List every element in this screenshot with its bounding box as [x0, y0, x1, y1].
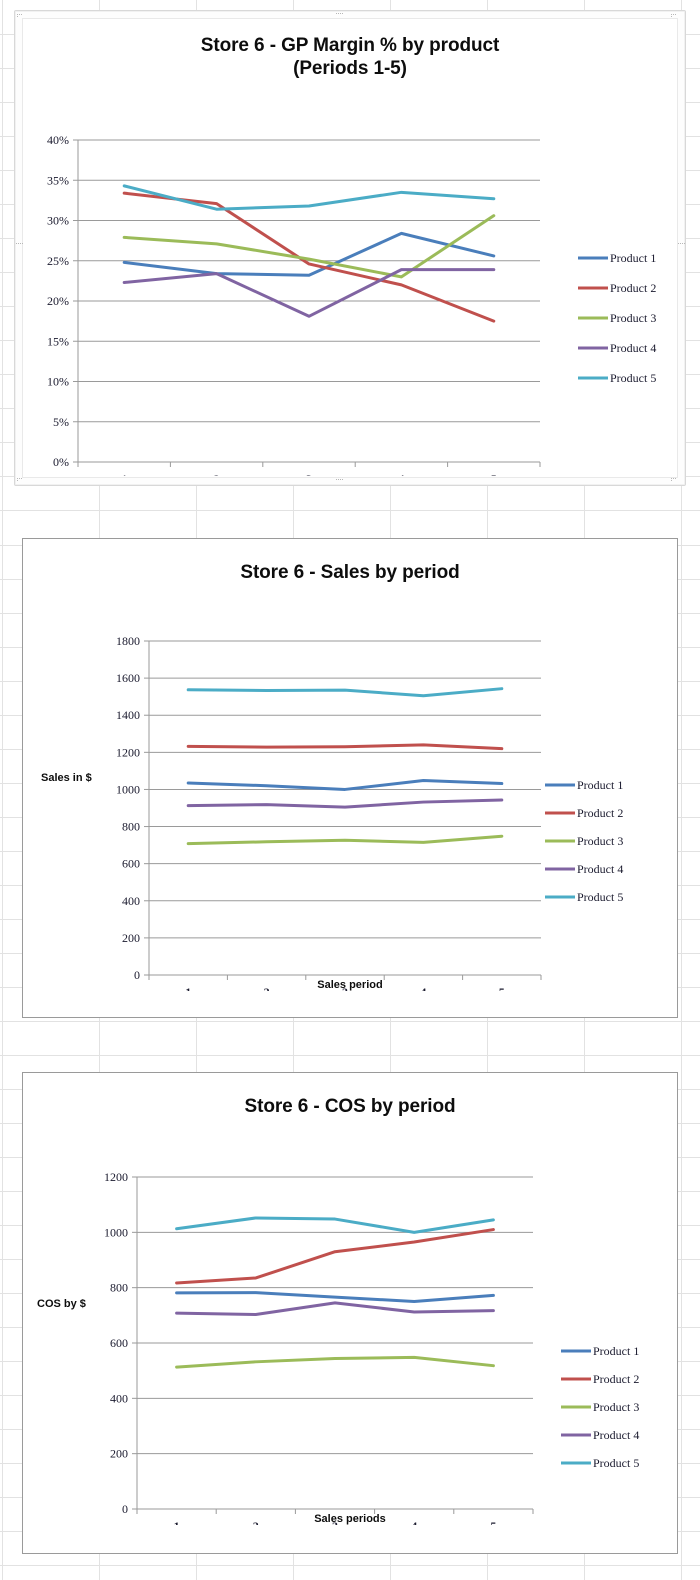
legend-label-product-3: Product 3	[610, 311, 656, 325]
gridline-horizontal	[0, 1055, 700, 1056]
gridline-horizontal	[0, 510, 700, 511]
y-tick-label: 1000	[116, 782, 140, 796]
x-tick-label: 5	[499, 985, 505, 991]
chart-plot-gp-margin: 0% 5% 10% 15% 20% 25% 30% 35% 40% 1 2 3 4 5 Product 1 P…	[47, 133, 656, 476]
y-tick-label: 10%	[47, 375, 69, 389]
chart-title-line1: Store 6 - COS by period	[244, 1096, 456, 1117]
chart-plot-cos: 0 200 400 600 800 1000 1200 1 2 3 4 5 Product 1 Produ…	[104, 1170, 639, 1525]
y-tick-label: 600	[122, 857, 140, 871]
handle-bottom-right[interactable]	[671, 477, 678, 484]
series-line-product-5	[186, 687, 504, 698]
series-line-product-4	[175, 1301, 495, 1317]
legend-label-product-2: Product 2	[577, 806, 623, 820]
y-tick-label: 1200	[116, 745, 140, 759]
chart-title-line2: (Periods 1-5)	[293, 58, 407, 80]
handle-bottom[interactable]	[336, 478, 345, 482]
x-tick-label: 1	[121, 472, 127, 476]
series-line-product-1	[186, 779, 504, 791]
y-tick-label: 0	[134, 968, 140, 982]
legend-label-product-4: Product 4	[577, 862, 623, 876]
gridline-horizontal	[0, 1021, 700, 1022]
legend-label-product-2: Product 2	[610, 281, 656, 295]
legend-label-product-3: Product 3	[593, 1400, 639, 1414]
legend-label-product-1: Product 1	[610, 251, 656, 265]
x-tick-label: 1	[185, 985, 191, 991]
x-tick-label: 3	[306, 472, 312, 476]
series-line-product-1	[175, 1291, 495, 1303]
x-tick-label: 5	[490, 1519, 496, 1525]
legend-label-product-4: Product 4	[593, 1428, 639, 1442]
series-line-product-5	[122, 184, 496, 211]
x-tick-label: 4	[411, 1519, 417, 1525]
y-tick-label: 1000	[104, 1225, 128, 1239]
gridline-horizontal	[0, 1565, 700, 1566]
legend-label-product-5: Product 5	[577, 890, 623, 904]
series-line-product-5	[175, 1216, 495, 1234]
y-tick-label: 1800	[116, 634, 140, 648]
chart-title-gp-margin: Store 6 - GP Margin % by product (Period…	[22, 34, 678, 80]
handle-bottom-left[interactable]	[17, 477, 24, 484]
y-tick-label: 1400	[116, 708, 140, 722]
y-tick-label: 25%	[47, 254, 69, 268]
y-tick-label: 15%	[47, 334, 69, 348]
legend-label-product-5: Product 5	[593, 1456, 639, 1470]
gridline-vertical	[2, 0, 3, 1580]
legend-label-product-3: Product 3	[577, 834, 623, 848]
y-tick-label: 400	[110, 1391, 128, 1405]
series-line-product-2	[186, 743, 504, 751]
series-line-product-3	[175, 1355, 495, 1369]
legend-label-product-5: Product 5	[610, 371, 656, 385]
x-tick-label: 3	[332, 1519, 338, 1525]
legend-label-product-2: Product 2	[593, 1372, 639, 1386]
y-tick-label: 400	[122, 894, 140, 908]
y-tick-label: 30%	[47, 214, 69, 228]
x-tick-label: 2	[214, 472, 220, 476]
y-tick-label: 5%	[53, 415, 69, 429]
series-line-product-4	[186, 798, 504, 809]
y-tick-label: 0	[122, 1502, 128, 1516]
x-tick-label: 1	[174, 1519, 180, 1525]
chart-title-line1: Store 6 - GP Margin % by product	[200, 35, 500, 56]
x-tick-label: 2	[253, 1519, 259, 1525]
chart-title-sales: Store 6 - Sales by period	[23, 561, 677, 584]
handle-right[interactable]	[678, 242, 687, 246]
chart-title-cos: Store 6 - COS by period	[23, 1095, 677, 1118]
x-tick-label: 4	[398, 472, 404, 476]
y-tick-label: 40%	[47, 133, 69, 147]
x-tick-label: 5	[491, 472, 497, 476]
x-tick-label: 3	[342, 985, 348, 991]
y-tick-label: 800	[110, 1281, 128, 1295]
y-tick-label: 200	[110, 1447, 128, 1461]
chart-plot-sales: 0 200 400 600 800 1000 1200 1400 1600 1800 1 2 3 4 5 Pr…	[116, 634, 623, 991]
y-tick-label: 600	[110, 1336, 128, 1350]
spreadsheet-canvas: Store 6 - GP Margin % by product (Period…	[0, 0, 700, 1580]
y-tick-label: 1600	[116, 671, 140, 685]
y-tick-label: 20%	[47, 294, 69, 308]
y-tick-label: 800	[122, 820, 140, 834]
handle-top[interactable]	[336, 12, 345, 16]
chart-gp-margin[interactable]: Store 6 - GP Margin % by product (Period…	[22, 18, 678, 478]
series-line-product-2	[175, 1228, 495, 1285]
chart-sales-by-period[interactable]: Store 6 - Sales by period Sales in $ Sal…	[22, 538, 678, 1018]
x-tick-label: 4	[420, 985, 426, 991]
series-line-product-3	[186, 834, 504, 846]
legend-label-product-1: Product 1	[577, 778, 623, 792]
y-tick-label: 35%	[47, 173, 69, 187]
series-line-product-2	[122, 191, 496, 323]
chart-cos-by-period[interactable]: Store 6 - COS by period COS by $ Sales p…	[22, 1072, 678, 1554]
y-tick-label: 200	[122, 931, 140, 945]
chart-title-line1: Store 6 - Sales by period	[240, 562, 460, 583]
legend-label-product-4: Product 4	[610, 341, 656, 355]
y-tick-label: 1200	[104, 1170, 128, 1184]
legend-label-product-1: Product 1	[593, 1344, 639, 1358]
y-tick-label: 0%	[53, 455, 69, 469]
x-tick-label: 2	[264, 985, 270, 991]
